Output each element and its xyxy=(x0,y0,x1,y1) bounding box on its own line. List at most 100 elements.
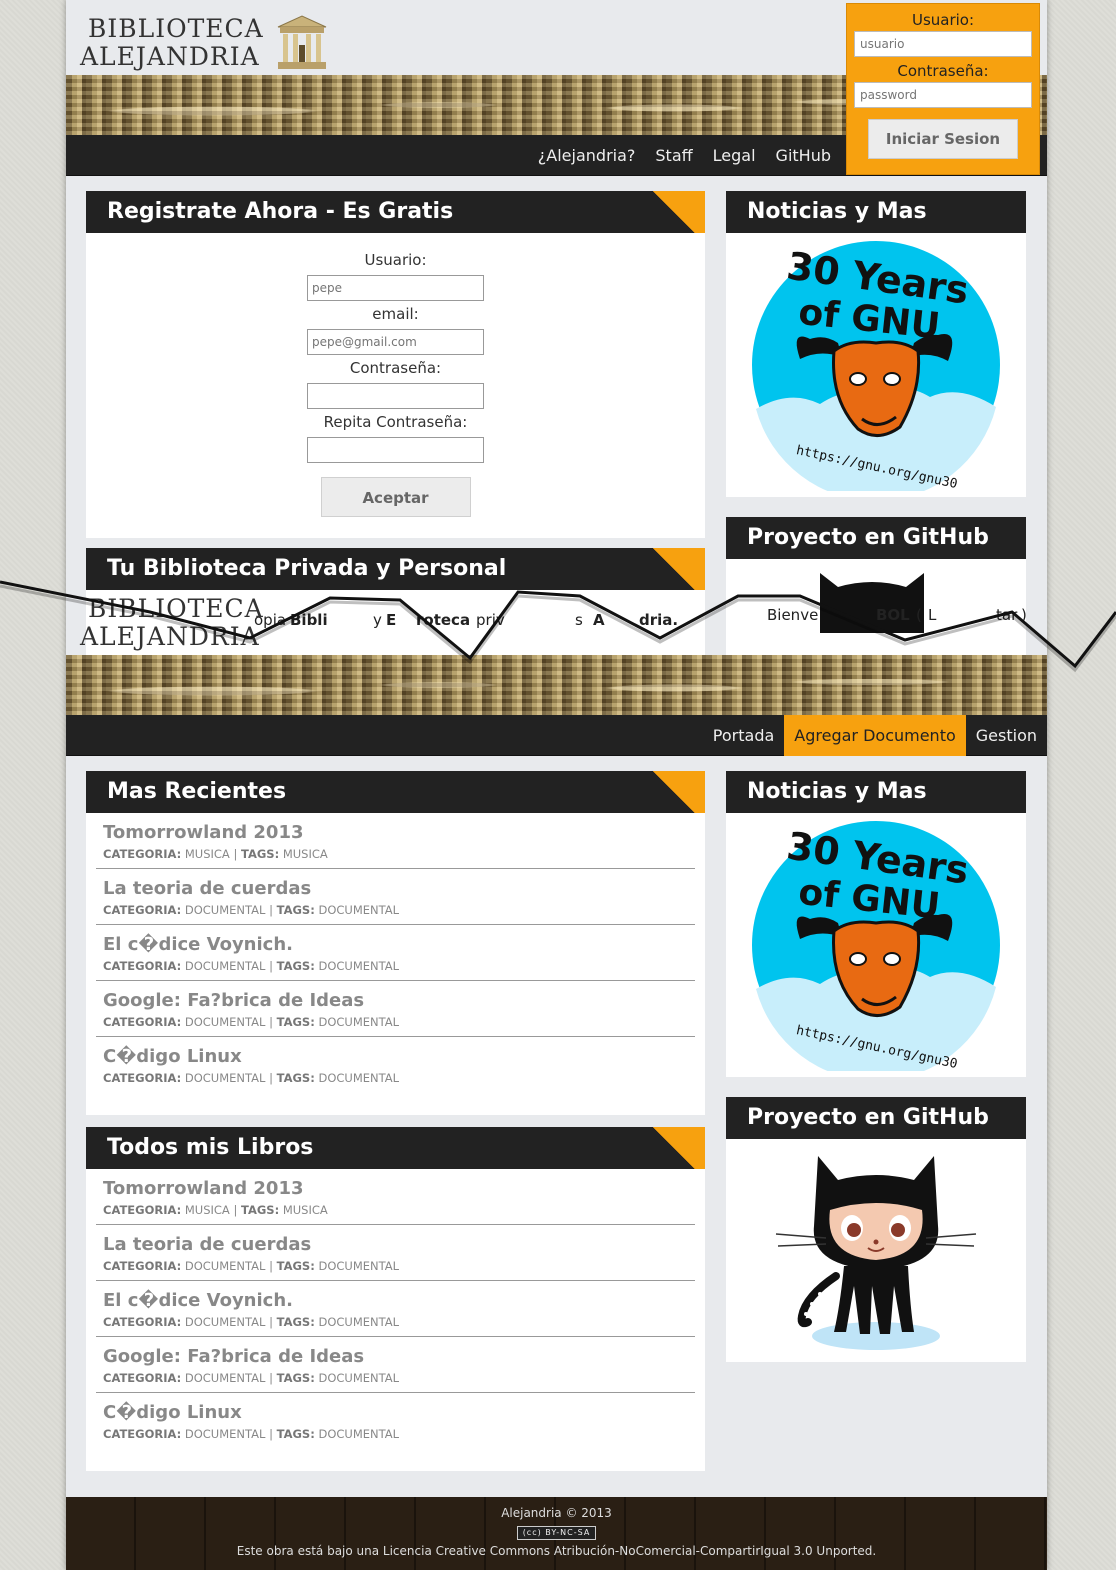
tags-value[interactable]: DOCUMENTAL xyxy=(318,1071,399,1085)
github-title-bottom: Proyecto en GitHub xyxy=(726,1097,1026,1139)
item-meta: CATEGORIA: DOCUMENTAL | TAGS: DOCUMENTAL xyxy=(103,1426,688,1442)
recent-list: Tomorrowland 2013 CATEGORIA: MUSICA | TAG… xyxy=(86,813,705,1092)
private-text-fragment: E xyxy=(386,611,397,629)
login-user-input[interactable] xyxy=(854,31,1032,57)
item-meta: CATEGORIA: DOCUMENTAL | TAGS: DOCUMENTAL xyxy=(103,1370,688,1386)
list-item[interactable]: C�digo Linux CATEGORIA: DOCUMENTAL | TAGS… xyxy=(96,1037,695,1092)
list-item[interactable]: El c�dice Voynich. CATEGORIA: DOCUMENTAL … xyxy=(96,925,695,981)
tags-value[interactable]: DOCUMENTAL xyxy=(318,903,399,917)
footer-license-text: Este obra está bajo una Licencia Creativ… xyxy=(236,1544,877,1558)
nav-gestion[interactable]: Gestion xyxy=(966,715,1047,756)
item-title[interactable]: Google: Fa?brica de Ideas xyxy=(103,990,688,1012)
meta-separator: | xyxy=(269,959,273,973)
tags-value[interactable]: DOCUMENTAL xyxy=(318,1315,399,1329)
tags-label: TAGS: xyxy=(276,903,315,917)
accept-button[interactable]: Aceptar xyxy=(320,477,471,517)
github-title-top: Proyecto en GitHub xyxy=(726,517,1026,559)
tags-value[interactable]: DOCUMENTAL xyxy=(318,1259,399,1273)
nav-legal[interactable]: Legal xyxy=(703,135,766,176)
register-pass-input[interactable] xyxy=(307,383,484,409)
register-user-input[interactable] xyxy=(307,275,484,301)
octocat-icon xyxy=(775,1155,977,1350)
news-title-top: Noticias y Mas xyxy=(726,191,1026,233)
panel-corner-accent xyxy=(643,771,705,813)
list-item[interactable]: Google: Fa?brica de Ideas CATEGORIA: DOCU… xyxy=(96,981,695,1037)
nav-github[interactable]: GitHub xyxy=(766,135,841,176)
tags-value[interactable]: DOCUMENTAL xyxy=(318,1371,399,1385)
news-title-bottom: Noticias y Mas xyxy=(726,771,1026,813)
meta-separator: | xyxy=(233,1203,238,1217)
category-value[interactable]: DOCUMENTAL xyxy=(185,959,266,973)
category-value[interactable]: MUSICA xyxy=(185,847,230,861)
private-text-fragment: dria. xyxy=(639,611,679,629)
tags-label: TAGS: xyxy=(241,1203,280,1217)
list-item[interactable]: La teoria de cuerdas CATEGORIA: DOCUMENTA… xyxy=(96,1225,695,1281)
item-title[interactable]: Tomorrowland 2013 xyxy=(103,1178,688,1200)
item-meta: CATEGORIA: DOCUMENTAL | TAGS: DOCUMENTAL xyxy=(103,1014,688,1030)
site-logo-bottom[interactable]: BIBLIOTECA ALEJANDRIA xyxy=(66,585,346,655)
nav-staff[interactable]: Staff xyxy=(645,135,702,176)
item-title[interactable]: El c�dice Voynich. xyxy=(103,1290,688,1312)
category-value[interactable]: DOCUMENTAL xyxy=(185,1259,266,1273)
category-value[interactable]: DOCUMENTAL xyxy=(185,1427,266,1441)
github-panel-bottom: Proyecto en GitHub xyxy=(726,1097,1026,1362)
cc-icon: (cc) xyxy=(522,1528,542,1537)
nav-portada[interactable]: Portada xyxy=(703,715,784,756)
gnu-badge[interactable]: 30 Years of GNU https://gnu.org/gnu30 xyxy=(726,813,1026,1077)
register-pass2-input[interactable] xyxy=(307,437,484,463)
category-label: CATEGORIA: xyxy=(103,1203,182,1217)
octocat-image[interactable] xyxy=(726,1139,1026,1362)
library-building-icon xyxy=(277,15,327,69)
item-title[interactable]: El c�dice Voynich. xyxy=(103,934,688,956)
register-panel: Registrate Ahora - Es Gratis Usuario: em… xyxy=(86,191,705,538)
item-title[interactable]: C�digo Linux xyxy=(103,1046,688,1068)
item-title[interactable]: Google: Fa?brica de Ideas xyxy=(103,1346,688,1368)
tags-label: TAGS: xyxy=(276,1427,315,1441)
site-logo[interactable]: BIBLIOTECA ALEJANDRIA xyxy=(66,5,346,75)
github-text-fragment: tar xyxy=(996,606,1018,624)
login-button[interactable]: Iniciar Sesion xyxy=(868,119,1018,159)
github-text-fragment: L xyxy=(928,606,937,624)
register-user-label: Usuario: xyxy=(364,251,427,269)
login-user-label: Usuario: xyxy=(911,11,975,29)
tags-value[interactable]: DOCUMENTAL xyxy=(318,959,399,973)
private-text-fragment: A xyxy=(593,611,605,629)
list-item[interactable]: C�digo Linux CATEGORIA: DOCUMENTAL | TAGS… xyxy=(96,1393,695,1448)
category-value[interactable]: DOCUMENTAL xyxy=(185,1371,266,1385)
tags-label: TAGS: xyxy=(276,1071,315,1085)
register-email-input[interactable] xyxy=(307,329,484,355)
list-item[interactable]: El c�dice Voynich. CATEGORIA: DOCUMENTAL … xyxy=(96,1281,695,1337)
nav-alejandria[interactable]: ¿Alejandria? xyxy=(528,135,646,176)
item-title[interactable]: La teoria de cuerdas xyxy=(103,1234,688,1256)
tags-value[interactable]: DOCUMENTAL xyxy=(318,1427,399,1441)
github-text-fragment: ) xyxy=(1021,606,1027,624)
category-value[interactable]: DOCUMENTAL xyxy=(185,1315,266,1329)
meta-separator: | xyxy=(269,1071,273,1085)
list-item[interactable]: La teoria de cuerdas CATEGORIA: DOCUMENTA… xyxy=(96,869,695,925)
list-item[interactable]: Tomorrowland 2013 CATEGORIA: MUSICA | TAG… xyxy=(96,813,695,869)
gnu-badge[interactable]: 30 Years of GNU https://gnu.org/gnu30 xyxy=(726,233,1026,497)
gnu-30-years-icon: 30 Years of GNU https://gnu.org/gnu30 xyxy=(752,821,1000,1071)
item-title[interactable]: La teoria de cuerdas xyxy=(103,878,688,900)
list-item[interactable]: Google: Fa?brica de Ideas CATEGORIA: DOCU… xyxy=(96,1337,695,1393)
login-pass-label: Contraseña: xyxy=(897,62,989,80)
category-label: CATEGORIA: xyxy=(103,1427,182,1441)
register-email-label: email: xyxy=(372,305,419,323)
item-title[interactable]: C�digo Linux xyxy=(103,1402,688,1424)
tags-value[interactable]: DOCUMENTAL xyxy=(318,1015,399,1029)
item-meta: CATEGORIA: MUSICA | TAGS: MUSICA xyxy=(103,1202,688,1218)
category-value[interactable]: DOCUMENTAL xyxy=(185,1015,266,1029)
cc-license-badge[interactable]: (cc) BY-NC-SA xyxy=(517,1526,596,1540)
nav-agregar-documento[interactable]: Agregar Documento xyxy=(784,715,966,756)
meta-separator: | xyxy=(233,847,238,861)
category-value[interactable]: DOCUMENTAL xyxy=(185,903,266,917)
category-value[interactable]: MUSICA xyxy=(185,1203,230,1217)
tags-label: TAGS: xyxy=(276,1371,315,1385)
item-title[interactable]: Tomorrowland 2013 xyxy=(103,822,688,844)
tags-value[interactable]: MUSICA xyxy=(283,1203,328,1217)
list-item[interactable]: Tomorrowland 2013 CATEGORIA: MUSICA | TAG… xyxy=(96,1169,695,1225)
tags-value[interactable]: MUSICA xyxy=(283,847,328,861)
category-value[interactable]: DOCUMENTAL xyxy=(185,1071,266,1085)
login-pass-input[interactable] xyxy=(854,82,1032,108)
meta-separator: | xyxy=(269,1427,273,1441)
